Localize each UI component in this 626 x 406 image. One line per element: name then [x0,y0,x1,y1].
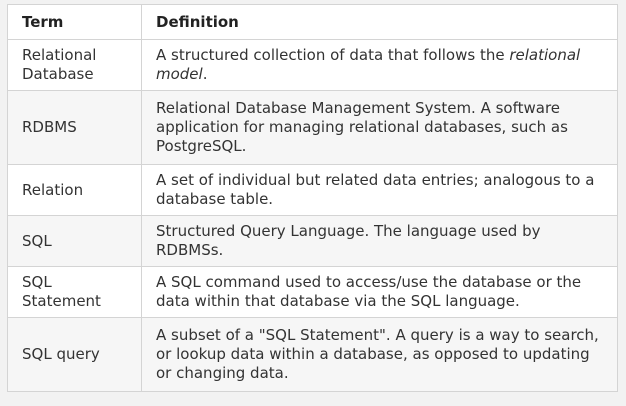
column-header-term: Term [7,4,142,40]
definition-text-end: . [202,65,208,83]
term-cell: SQL query [7,317,142,392]
table-row: Relational Database A structured collect… [7,39,618,91]
definition-cell: Relational Database Management System. A… [141,90,618,165]
table-row: SQL Structured Query Language. The langu… [7,215,618,267]
definition-cell: A subset of a "SQL Statement". A query i… [141,317,618,392]
table-row: RDBMS Relational Database Management Sys… [7,90,618,165]
term-cell: Relation [7,164,142,216]
table-header-row: Term Definition [7,4,618,40]
glossary-table: Term Definition Relational Database A st… [7,4,618,392]
definition-cell: Structured Query Language. The language … [141,215,618,267]
table-row: SQL Statement A SQL command used to acce… [7,266,618,318]
term-cell: Relational Database [7,39,142,91]
table-row: Relation A set of individual but related… [7,164,618,216]
definition-cell: A SQL command used to access/use the dat… [141,266,618,318]
column-header-definition: Definition [141,4,618,40]
term-cell: SQL Statement [7,266,142,318]
definition-cell: A structured collection of data that fol… [141,39,618,91]
glossary-table-container: Term Definition Relational Database A st… [7,4,618,392]
definition-cell: A set of individual but related data ent… [141,164,618,216]
table-row: SQL query A subset of a "SQL Statement".… [7,317,618,392]
term-cell: SQL [7,215,142,267]
term-cell: RDBMS [7,90,142,165]
definition-text: A structured collection of data that fol… [156,46,510,64]
